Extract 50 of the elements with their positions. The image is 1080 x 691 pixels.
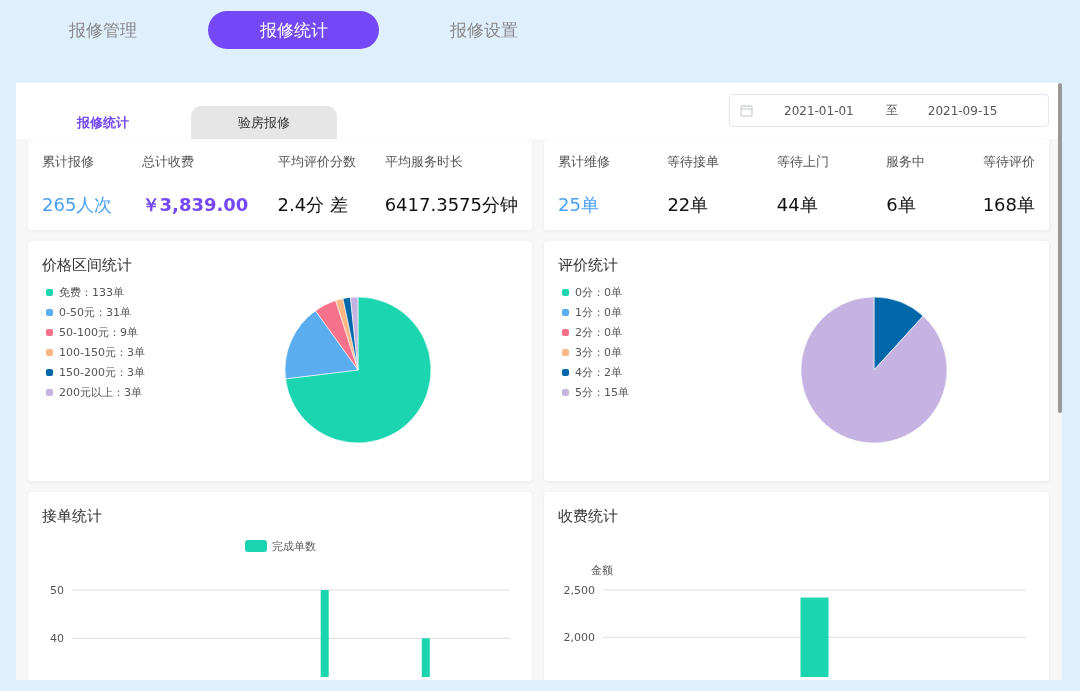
stat-value: 6417.3575分钟 xyxy=(384,193,518,217)
calendar-icon xyxy=(740,104,753,117)
legend-label: 0-50元：31单 xyxy=(59,304,131,320)
stat-value: 44单 xyxy=(776,193,819,217)
legend-label: 150-200元：3单 xyxy=(59,364,145,380)
stat-value: 2.4分 差 xyxy=(277,193,349,217)
stat-label: 等待接单 xyxy=(667,154,720,171)
stat-value: 168单 xyxy=(982,193,1035,217)
legend-label: 2分：0单 xyxy=(575,324,622,340)
scrollbar[interactable] xyxy=(1058,83,1062,413)
stat-value: 22单 xyxy=(667,193,710,217)
stat-label: 平均服务时长 xyxy=(384,154,464,171)
tick-label: 2,000 xyxy=(563,631,595,645)
nav-tab[interactable]: 报修设置 xyxy=(409,11,559,49)
stat-label: 等待上门 xyxy=(776,154,829,171)
legend-label: 100-150元：3单 xyxy=(59,344,145,360)
range-separator: 至 xyxy=(885,102,898,119)
chart-title: 接单统计 xyxy=(42,507,102,526)
tick-label: 2,500 xyxy=(563,584,595,597)
legend-label: 50-100元：9单 xyxy=(59,324,138,340)
legend-label: 3分：0单 xyxy=(575,344,622,360)
chart-title: 收费统计 xyxy=(558,507,618,526)
legend-label: 完成单数 xyxy=(272,540,316,553)
legend-label: 5分：15单 xyxy=(575,384,629,400)
stat-value: 6单 xyxy=(886,193,917,217)
stat-label: 服务中 xyxy=(886,154,926,171)
start-date: 2021-01-01 xyxy=(784,103,854,118)
legend-label: 4分：2单 xyxy=(575,364,622,380)
axis-title: 金额 xyxy=(591,564,613,577)
tick-label: 50 xyxy=(50,584,64,597)
stat-value: 265人次 xyxy=(42,193,113,217)
end-date: 2021-09-15 xyxy=(927,103,998,118)
sub-tab[interactable]: 验房报修 xyxy=(191,106,337,139)
stat-value: 25单 xyxy=(558,193,600,217)
stat-label: 累计报修 xyxy=(42,154,95,171)
legend-label: 1分：0单 xyxy=(575,304,622,320)
chart-title: 价格区间统计 xyxy=(42,256,132,275)
stat-label: 总计收费 xyxy=(141,154,195,171)
legend-label: 0分：0单 xyxy=(575,284,622,300)
stat-label: 平均评价分数 xyxy=(277,154,356,171)
stat-label: 累计维修 xyxy=(558,154,610,171)
date-range-field[interactable]: 2021-01-01 至 2021-09-15 xyxy=(729,94,1049,127)
legend-label: 免费：133单 xyxy=(59,284,124,300)
stat-label: 等待评价 xyxy=(982,154,1035,171)
nav-tab[interactable]: 报修统计 xyxy=(208,11,379,49)
chart-title: 评价统计 xyxy=(558,256,618,275)
legend-label: 200元以上：3单 xyxy=(59,384,142,400)
tick-label: 40 xyxy=(50,632,64,646)
nav-tab[interactable]: 报修管理 xyxy=(28,11,178,49)
stat-value: ￥3,839.00 xyxy=(141,193,249,217)
